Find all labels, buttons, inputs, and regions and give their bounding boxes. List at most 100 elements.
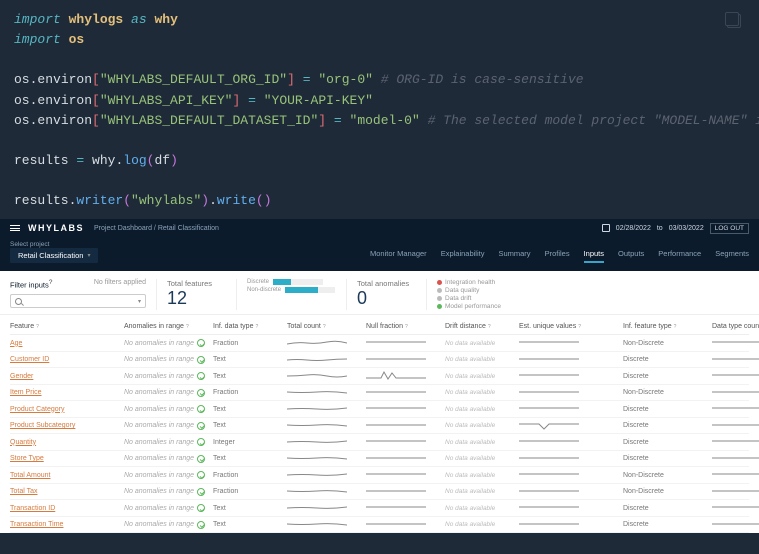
null-fraction-spark — [366, 452, 441, 466]
tab-outputs[interactable]: Outputs — [618, 249, 644, 263]
sparkline — [519, 485, 579, 497]
feature-link[interactable]: Quantity — [10, 439, 120, 446]
tab-monitor-manager[interactable]: Monitor Manager — [370, 249, 427, 263]
tab-inputs[interactable]: Inputs — [584, 249, 604, 263]
col-header[interactable]: Null fraction? — [366, 323, 441, 330]
feature-link[interactable]: Transaction ID — [10, 505, 120, 512]
dtype-count-spark — [712, 468, 759, 482]
sparkline — [366, 485, 426, 497]
logout-button[interactable]: LOG OUT — [710, 223, 749, 234]
col-header[interactable]: Total count? — [287, 323, 362, 330]
col-header[interactable]: Feature? — [10, 323, 120, 330]
total-count-spark — [287, 419, 362, 433]
date-range[interactable]: 02/28/2022 to 03/03/2022 LOG OUT — [602, 223, 749, 234]
search-input[interactable]: ▾ — [10, 294, 146, 308]
drift-cell: No data available — [445, 488, 515, 495]
total-anomalies-label: Total anomalies — [357, 279, 416, 288]
col-header[interactable]: Anomalies in range? — [124, 323, 209, 330]
sparkline — [287, 402, 347, 414]
dtype-count-spark — [712, 386, 759, 400]
total-count-spark — [287, 468, 362, 482]
menu-icon[interactable] — [10, 225, 20, 231]
tab-explainability[interactable]: Explainability — [441, 249, 485, 263]
drift-cell: No data available — [445, 455, 515, 462]
tab-segments[interactable]: Segments — [715, 249, 749, 263]
tab-summary[interactable]: Summary — [498, 249, 530, 263]
sparkline — [287, 353, 347, 365]
crumb-project[interactable]: Retail Classification — [158, 225, 219, 232]
anomalies-cell: No anomalies in range — [124, 389, 209, 397]
feature-link[interactable]: Total Amount — [10, 472, 120, 479]
table-row: Item PriceNo anomalies in rangeFractionN… — [10, 385, 749, 402]
col-header[interactable]: Data type count? — [712, 323, 759, 330]
feature-link[interactable]: Store Type — [10, 455, 120, 462]
feature-link[interactable]: Product Subcategory — [10, 422, 120, 429]
drift-cell: No data available — [445, 422, 515, 429]
check-icon — [197, 488, 205, 496]
feature-link[interactable]: Total Tax — [10, 488, 120, 495]
project-label: Select project — [10, 241, 98, 248]
tab-performance[interactable]: Performance — [658, 249, 701, 263]
crumb-dashboard[interactable]: Project Dashboard — [94, 225, 152, 232]
datatype-cell: Text — [213, 406, 283, 413]
col-header[interactable]: Inf. feature type? — [623, 323, 708, 330]
features-table: Feature? Anomalies in range? Inf. data typ… — [0, 315, 759, 533]
sparkline — [287, 336, 347, 348]
col-header[interactable]: Inf. data type? — [213, 323, 283, 330]
unique-values-spark — [519, 386, 619, 400]
breadcrumb: Project Dashboard / Retail Classificatio… — [94, 225, 219, 232]
drift-cell: No data available — [445, 406, 515, 413]
dtype-count-spark — [712, 353, 759, 367]
null-fraction-spark — [366, 369, 441, 383]
datatype-cell: Fraction — [213, 389, 283, 396]
datatype-cell: Fraction — [213, 472, 283, 479]
check-icon — [197, 356, 205, 364]
anomalies-cell: No anomalies in range — [124, 339, 209, 347]
anomalies-cell: No anomalies in range — [124, 405, 209, 413]
feature-type-cell: Non-Discrete — [623, 488, 708, 495]
sub-header: Select project Retail Classification▾ Mo… — [0, 237, 759, 271]
table-row: AgeNo anomalies in rangeFractionNo data … — [10, 335, 749, 352]
total-count-spark — [287, 369, 362, 383]
datatype-cell: Integer — [213, 439, 283, 446]
null-fraction-spark — [366, 485, 441, 499]
col-header[interactable]: Est. unique values? — [519, 323, 619, 330]
total-count-spark — [287, 386, 362, 400]
tab-profiles[interactable]: Profiles — [545, 249, 570, 263]
feature-link[interactable]: Gender — [10, 373, 120, 380]
dtype-count-spark — [712, 435, 759, 449]
anomalies-cell: No anomalies in range — [124, 372, 209, 380]
datatype-cell: Text — [213, 373, 283, 380]
table-row: GenderNo anomalies in rangeTextNo data a… — [10, 368, 749, 385]
feature-link[interactable]: Product Category — [10, 406, 120, 413]
table-row: Store TypeNo anomalies in rangeTextNo da… — [10, 451, 749, 468]
feature-link[interactable]: Customer ID — [10, 356, 120, 363]
project-selector[interactable]: Retail Classification▾ — [10, 248, 98, 263]
dtype-count-spark — [712, 402, 759, 416]
anomalies-cell: No anomalies in range — [124, 521, 209, 529]
feature-type-cell: Discrete — [623, 356, 708, 363]
feature-link[interactable]: Item Price — [10, 389, 120, 396]
datatype-cell: Fraction — [213, 488, 283, 495]
check-icon — [197, 521, 205, 529]
feature-link[interactable]: Age — [10, 340, 120, 347]
top-header: WHYLABS Project Dashboard / Retail Class… — [0, 219, 759, 237]
feature-link[interactable]: Transaction Time — [10, 521, 120, 528]
total-count-spark — [287, 336, 362, 350]
check-icon — [197, 422, 205, 430]
table-row: Product Category No anomalies in range Tex… — [10, 401, 749, 418]
date-from: 02/28/2022 — [616, 225, 651, 232]
sparkline — [366, 452, 426, 464]
copy-icon[interactable] — [727, 14, 741, 28]
datatype-cell: Text — [213, 521, 283, 528]
datatype-cell: Text — [213, 356, 283, 363]
sparkline — [712, 353, 759, 365]
dtype-count-spark — [712, 501, 759, 515]
check-icon — [197, 455, 205, 463]
feature-type-cell: Discrete — [623, 505, 708, 512]
feature-type-cell: Non-Discrete — [623, 472, 708, 479]
sparkline — [519, 386, 579, 398]
col-header[interactable]: Drift distance? — [445, 323, 515, 330]
unique-values-spark — [519, 501, 619, 515]
null-fraction-spark — [366, 419, 441, 433]
